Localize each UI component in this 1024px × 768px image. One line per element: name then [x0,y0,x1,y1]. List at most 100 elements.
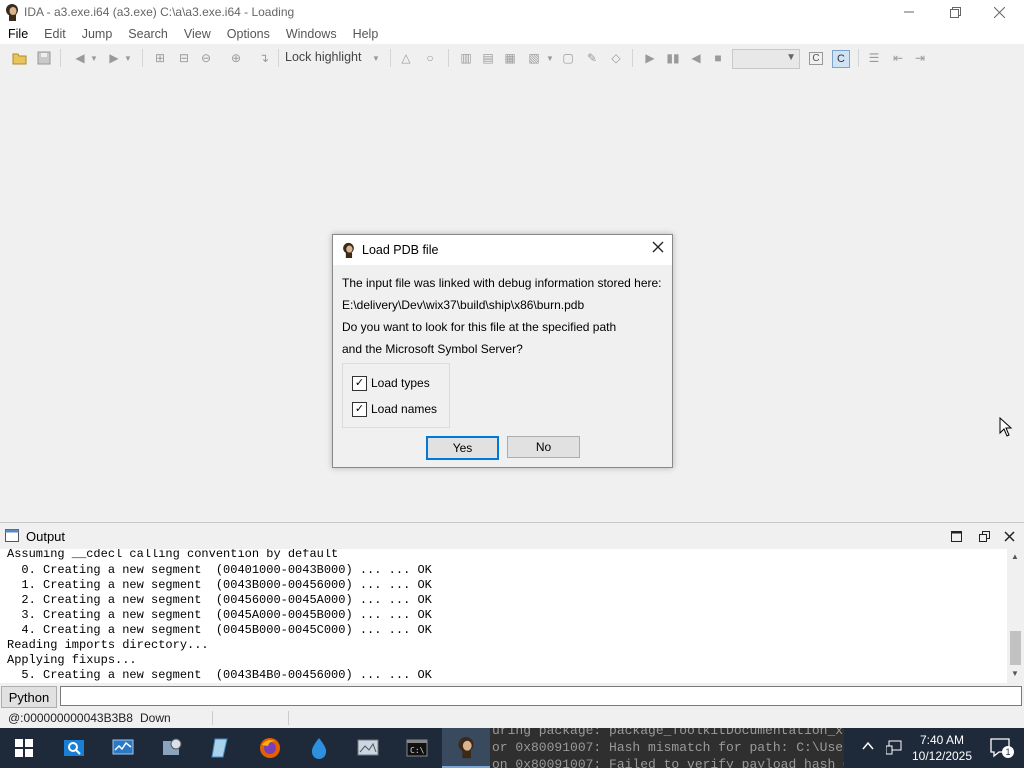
jump-down-icon[interactable]: ↴ [256,50,272,66]
taskbar-search-app-icon[interactable] [50,728,98,768]
circle-icon[interactable]: ○ [422,50,438,66]
indent-icon[interactable]: ⇥ [912,50,928,66]
taskbar-photos-app-icon[interactable] [344,728,392,768]
outdent-icon[interactable]: ⇤ [890,50,906,66]
dialog-title-bar: Load PDB file [333,235,672,265]
diamond-icon[interactable]: ◇ [608,50,624,66]
toolbar: ◀ ▼ ▶ ▼ ⊞ ⊟ ⊖ ⊕ ↴ Lock highlight ▼ △ ○ ▥… [0,44,1024,73]
log-line: 0. Creating a new segment (00401000-0043… [7,563,432,577]
menu-help[interactable]: Help [345,27,387,41]
close-window-button[interactable] [976,0,1022,24]
python-button[interactable]: Python [1,686,57,708]
menu-search[interactable]: Search [120,27,176,41]
taskbar-clock[interactable]: 7:40 AM 10/12/2025 [902,732,982,764]
taskbar-drop-app-icon[interactable] [295,728,343,768]
open-folder-icon[interactable] [12,50,28,66]
stop-icon[interactable]: ■ [710,50,726,66]
menu-options[interactable]: Options [219,27,278,41]
minimize-button[interactable] [886,0,932,24]
python-command-input[interactable] [60,686,1022,706]
windows-logo-icon [15,739,33,757]
taskbar-ida-app-icon[interactable] [442,728,490,768]
back-arrow-icon[interactable]: ◀ [72,50,88,66]
terminal-icon[interactable]: C:\ [393,728,441,768]
background-terminal-text: uring package: package_ToolkitDocumentat… [490,728,844,768]
close-panel-icon[interactable] [1004,530,1015,545]
taskbar-notes-app-icon[interactable] [197,728,245,768]
options-group: ✓ Load types ✓ Load names [342,363,450,428]
title-bar: IDA - a3.exe.i64 (a3.exe) C:\a\a3.exe.i6… [0,0,1024,24]
menu-jump[interactable]: Jump [74,27,121,41]
forward-arrow-icon[interactable]: ▶ [106,50,122,66]
clock-time: 7:40 AM [919,733,965,747]
maximize-panel-icon[interactable] [951,530,962,545]
float-panel-icon[interactable] [979,530,990,545]
output-scrollbar[interactable]: ▲ ▼ [1007,549,1024,683]
lock-highlight-label[interactable]: Lock highlight [285,50,361,64]
start-button[interactable] [0,728,48,768]
log-line: Reading imports directory... [7,638,209,652]
menu-bar: File Edit Jump Search View Options Windo… [0,24,1024,44]
back-dropdown-icon[interactable]: ▼ [88,50,100,66]
restore-button[interactable] [932,0,978,24]
menu-file[interactable]: File [0,27,36,41]
patch-icon[interactable]: ✎ [584,50,600,66]
toolbar-separator [278,49,279,67]
step-back-icon[interactable]: ◀ [688,50,704,66]
taskbar: C:\ uring package: package_ToolkitDocume… [0,728,1024,768]
load-names-label[interactable]: Load names [371,402,437,416]
proximity-view-icon[interactable]: ⊖ [198,50,214,66]
load-names-checkbox[interactable]: ✓ [352,402,367,417]
hex-view-icon[interactable]: ⊕ [228,50,244,66]
segment-icon[interactable]: ▥ [458,50,474,66]
dialog-message-line: and the Microsoft Symbol Server? [342,342,523,356]
menu-windows[interactable]: Windows [278,27,345,41]
menu-view[interactable]: View [176,27,219,41]
debugger-combo[interactable]: ▼ [732,49,800,69]
network-icon[interactable] [885,739,902,758]
menu-edit[interactable]: Edit [36,27,74,41]
lock-highlight-dropdown-icon[interactable]: ▼ [370,50,382,66]
toolbar-separator [858,49,859,67]
toolbar-separator [60,49,61,67]
yes-button[interactable]: Yes [426,436,499,460]
code-icon[interactable]: ▢ [560,50,576,66]
load-types-label[interactable]: Load types [371,376,430,390]
command-row: Python [0,684,1024,708]
triangle-icon[interactable]: △ [398,50,414,66]
status-divider [212,711,213,725]
no-button[interactable]: No [507,436,580,458]
forward-dropdown-icon[interactable]: ▼ [122,50,134,66]
decompile-icon[interactable]: C [808,50,824,66]
pause-icon[interactable]: ▮▮ [665,50,681,66]
decompile-active-icon[interactable]: C [832,50,850,68]
dialog-close-button[interactable] [652,240,664,258]
output-log[interactable]: Assuming __cdecl calling convention by d… [0,549,1007,683]
run-icon[interactable]: ▶ [642,50,658,66]
xref-icon[interactable]: ▧ [526,50,542,66]
output-title: Output [26,529,66,544]
struct-icon[interactable]: ▤ [480,50,496,66]
show-hidden-icons-chevron-up-icon[interactable] [862,740,874,754]
enum-icon[interactable]: ▦ [502,50,518,66]
list-icon[interactable]: ☰ [866,50,882,66]
save-icon[interactable] [36,50,52,66]
text-view-icon[interactable]: ⊟ [176,50,192,66]
taskbar-settings-app-icon[interactable] [148,728,196,768]
scroll-down-icon[interactable]: ▼ [1011,669,1019,678]
system-tray: 7:40 AM 10/12/2025 1 [844,728,1024,768]
load-types-checkbox[interactable]: ✓ [352,376,367,391]
log-line: 4. Creating a new segment (0045B000-0045… [7,623,432,637]
output-window-icon [5,529,19,545]
taskbar-monitor-app-icon[interactable] [99,728,147,768]
scroll-up-icon[interactable]: ▲ [1011,552,1019,561]
dialog-pdb-path: E:\delivery\Dev\wix37\build\ship\x86\bur… [342,298,585,312]
graph-view-icon[interactable]: ⊞ [152,50,168,66]
scrollbar-thumb[interactable] [1010,631,1021,665]
load-pdb-dialog: Load PDB file The input file was linked … [332,234,673,468]
log-line: 5. Creating a new segment (0043B4B0-0045… [7,668,432,682]
ida-logo-icon [341,242,356,261]
notification-center-icon[interactable]: 1 [990,738,1014,761]
xref-dropdown-icon[interactable]: ▼ [544,50,556,66]
firefox-icon[interactable] [246,728,294,768]
